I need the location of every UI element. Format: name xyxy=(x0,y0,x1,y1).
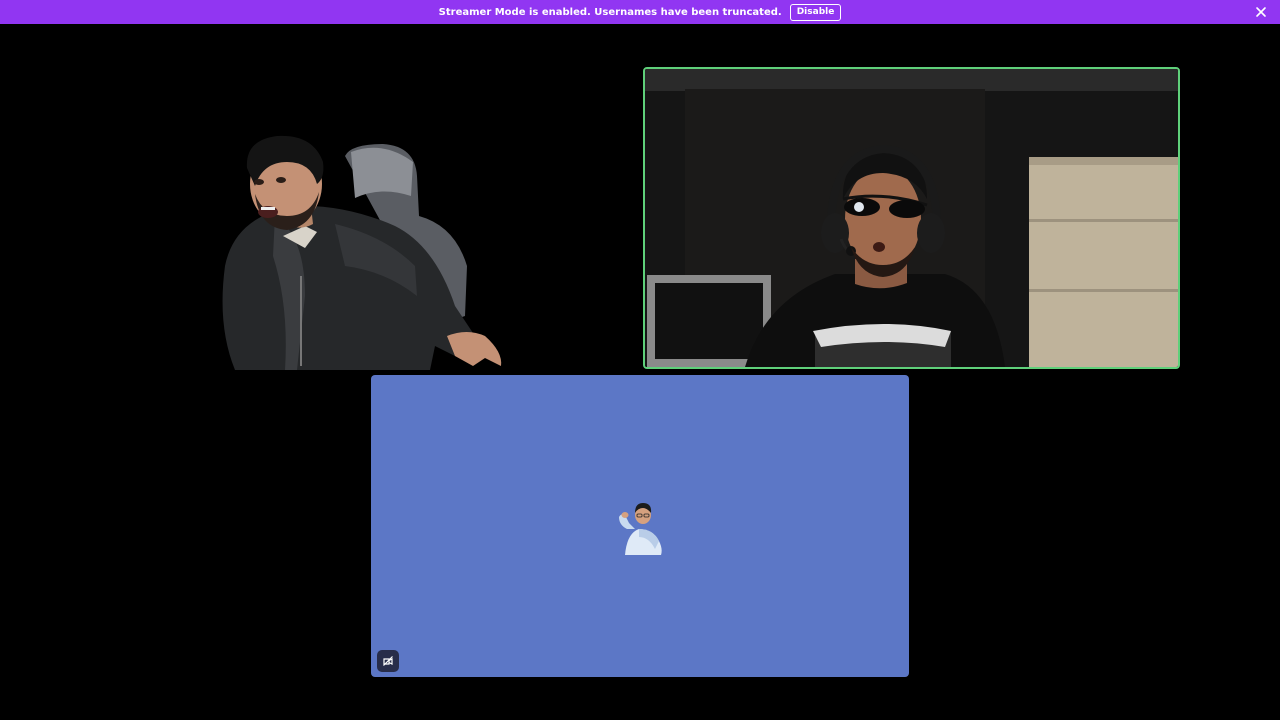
close-icon[interactable] xyxy=(1254,5,1268,19)
participant-video-tile-2[interactable] xyxy=(643,67,1180,369)
video-off-button[interactable] xyxy=(377,650,399,672)
participant-video-tile-1[interactable] xyxy=(155,66,565,370)
streamer-mode-banner: Streamer Mode is enabled. Usernames have… xyxy=(0,0,1280,24)
participant-video-feed xyxy=(645,69,1178,367)
disable-streamer-mode-button[interactable]: Disable xyxy=(789,3,842,21)
participant-avatar-tile[interactable] xyxy=(371,375,909,677)
streamer-mode-message: Streamer Mode is enabled. Usernames have… xyxy=(438,6,782,18)
avatar-image xyxy=(619,503,662,555)
participant-video-feed xyxy=(222,135,502,370)
video-off-icon xyxy=(383,656,393,666)
